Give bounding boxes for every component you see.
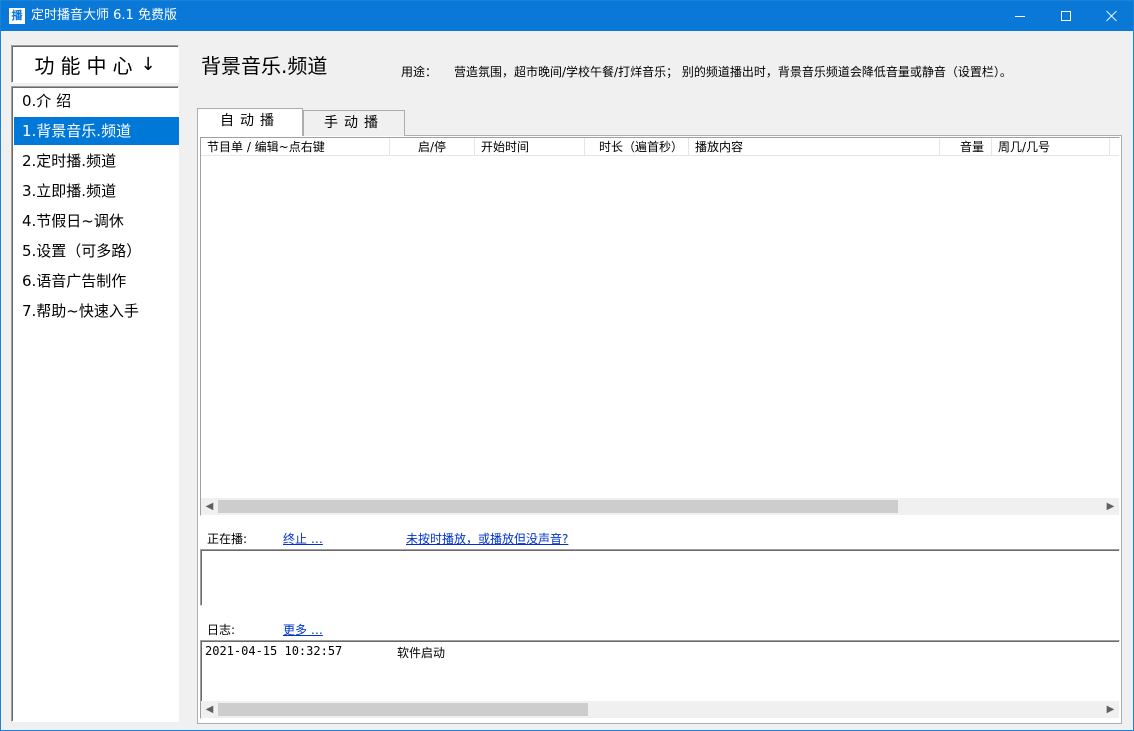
- minimize-icon: [1015, 15, 1025, 17]
- scroll-right-icon[interactable]: ▶: [1102, 701, 1119, 718]
- now-playing-box: [200, 549, 1120, 606]
- tab-manual-play[interactable]: 手动播: [303, 110, 405, 136]
- log-entry-time: 2021-04-15 10:32:57: [205, 644, 343, 658]
- usage-text: 营造氛围，超市晚间/学校午餐/打烊音乐； 别的频道播出时，背景音乐频道会降低音量…: [454, 65, 1012, 79]
- scroll-right-icon[interactable]: ▶: [1102, 498, 1119, 515]
- sidebar-item-scheduled-play[interactable]: 2.定时播.频道: [14, 147, 179, 175]
- page-title: 背景音乐.频道: [201, 54, 328, 78]
- column-header-content[interactable]: 播放内容: [689, 138, 940, 156]
- sidebar-item-background-music[interactable]: 1.背景音乐.频道: [14, 117, 179, 145]
- sidebar-item-settings[interactable]: 5.设置（可多路）: [14, 237, 179, 265]
- troubleshoot-link[interactable]: 未按时播放，或播放但没声音?: [406, 530, 568, 547]
- log-box[interactable]: 2021-04-15 10:32:57 软件启动 ◀ ▶: [200, 640, 1120, 719]
- title-bar[interactable]: 播 定时播音大师 6.1 免费版: [1, 1, 1133, 31]
- now-playing-label: 正在播:: [207, 532, 248, 546]
- scrollbar-thumb[interactable]: [218, 500, 898, 513]
- arrow-down-icon: ↓: [140, 53, 156, 75]
- app-window: 播 定时播音大师 6.1 免费版 功能中心 ↓ 0.介 绍 1.背景音乐.频道 …: [0, 0, 1134, 731]
- grid-header: 节目单 / 编辑~点右键 启/停 开始时间 时长（遍首秒） 播放内容 音量 周几…: [201, 138, 1119, 156]
- maximize-icon: [1061, 11, 1071, 21]
- column-header-duration[interactable]: 时长（遍首秒）: [585, 138, 689, 156]
- usage-label: 用途：: [401, 65, 438, 79]
- stop-link[interactable]: 终止 …: [283, 530, 323, 547]
- sidebar-item-intro[interactable]: 0.介 绍: [14, 87, 179, 115]
- program-grid[interactable]: 节目单 / 编辑~点右键 启/停 开始时间 时长（遍首秒） 播放内容 音量 周几…: [200, 137, 1120, 516]
- tab-auto-play[interactable]: 自动播: [197, 108, 303, 136]
- sidebar-item-instant-play[interactable]: 3.立即播.频道: [14, 177, 179, 205]
- column-header-on-off[interactable]: 启/停: [390, 138, 475, 156]
- log-more-link[interactable]: 更多 …: [283, 621, 323, 638]
- log-entry-message: 软件启动: [397, 646, 446, 660]
- window-title: 定时播音大师 6.1 免费版: [31, 8, 177, 23]
- sidebar-item-voice-ad[interactable]: 6.语音广告制作: [14, 267, 179, 295]
- log-horizontal-scrollbar[interactable]: ◀ ▶: [201, 701, 1119, 718]
- grid-horizontal-scrollbar[interactable]: ◀ ▶: [201, 498, 1119, 515]
- sidebar-header-label: 功能中心: [34, 53, 139, 78]
- column-header-weekday[interactable]: 周几/几号: [992, 138, 1110, 156]
- scrollbar-thumb[interactable]: [218, 703, 588, 716]
- scroll-left-icon[interactable]: ◀: [201, 498, 218, 515]
- maximize-button[interactable]: [1043, 1, 1089, 31]
- sidebar-item-help[interactable]: 7.帮助~快速入手: [14, 297, 179, 325]
- scroll-left-icon[interactable]: ◀: [201, 701, 218, 718]
- column-header-program[interactable]: 节目单 / 编辑~点右键: [201, 138, 390, 156]
- sidebar: 0.介 绍 1.背景音乐.频道 2.定时播.频道 3.立即播.频道 4.节假日~…: [11, 86, 179, 722]
- sidebar-header: 功能中心 ↓: [11, 45, 179, 83]
- log-label: 日志:: [207, 623, 236, 637]
- minimize-button[interactable]: [997, 1, 1043, 31]
- column-header-start-time[interactable]: 开始时间: [475, 138, 585, 156]
- close-button[interactable]: [1089, 1, 1134, 31]
- column-header-volume[interactable]: 音量: [940, 138, 992, 156]
- app-icon: 播: [9, 8, 25, 24]
- sidebar-item-holidays[interactable]: 4.节假日~调休: [14, 207, 179, 235]
- close-icon: [1106, 10, 1118, 22]
